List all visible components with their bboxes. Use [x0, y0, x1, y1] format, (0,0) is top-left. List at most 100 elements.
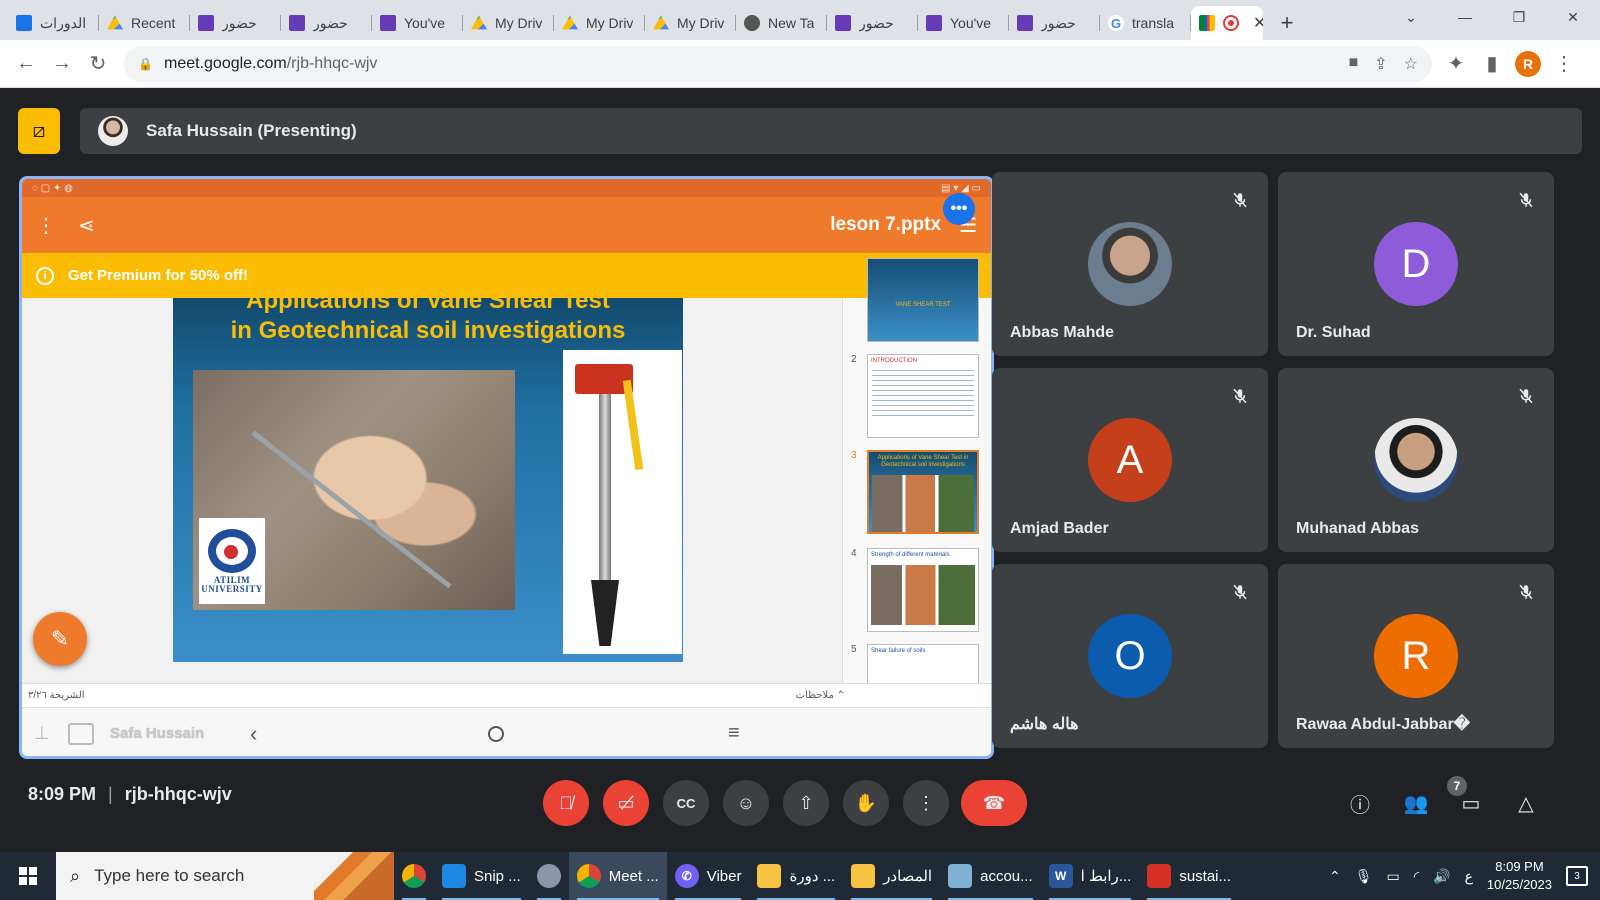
participant-tile[interactable]: O هاله هاشم	[992, 564, 1268, 748]
taskbar-app[interactable]: accou...	[940, 852, 1041, 900]
bookmark-star-icon[interactable]: ☆	[1404, 54, 1418, 74]
tab-strip: الدورات Recent حضور حضور You've My Driv My Dri…	[0, 0, 1600, 40]
tray-clock[interactable]: 8:09 PM 10/25/2023	[1487, 858, 1552, 894]
taskbar-app[interactable]: Snip ...	[434, 852, 529, 900]
taskbar-app[interactable]: المصادر	[843, 852, 940, 900]
language-indicator[interactable]: ع	[1465, 868, 1473, 885]
raise-hand-button[interactable]: ✋	[843, 780, 889, 826]
stop-presenting-icon[interactable]: ⧄	[18, 108, 60, 154]
participant-name: Abbas Mahde	[1010, 324, 1115, 341]
mic-off-button[interactable]: 🎙̸	[543, 780, 589, 826]
more-options-icon[interactable]: •••	[943, 193, 975, 225]
back-icon[interactable]: ←	[8, 46, 44, 82]
browser-tab[interactable]: You've	[372, 6, 463, 40]
participant-name: Rawaa Abdul-Jabbar�	[1296, 716, 1471, 733]
taskbar-app[interactable]: دورة ...	[749, 852, 843, 900]
notes-toggle[interactable]: ملاحظات ⌃	[796, 690, 845, 701]
taskbar-search[interactable]: ⌕ Type here to search	[56, 852, 394, 900]
thumb-number: 4	[851, 548, 857, 559]
tab-meet-active[interactable]: ✕	[1191, 6, 1263, 40]
phone-status-bar: ◌ ▢ ✦ ◍ ▤ ▾ ◢ ▭	[22, 179, 991, 197]
taskbar-app[interactable]: W رابط ا...	[1041, 852, 1140, 900]
tray-chevron-icon[interactable]: ⌃	[1329, 868, 1341, 885]
taskbar-app[interactable]	[394, 852, 434, 900]
edit-pencil-icon[interactable]: ✎	[33, 612, 87, 666]
camera-off-button[interactable]: ▭̸	[603, 780, 649, 826]
new-tab-button[interactable]: +	[1269, 6, 1305, 40]
taskbar-app[interactable]	[529, 852, 569, 900]
volume-icon[interactable]: 🔊	[1433, 868, 1450, 885]
browser-tab[interactable]: My Driv	[645, 6, 736, 40]
address-bar[interactable]: 🔒 meet.google.com/rjb-hhqc-wjv ■ ⇪ ☆	[124, 45, 1432, 82]
browser-tab[interactable]: حضور	[827, 6, 918, 40]
taskbar-app[interactable]: ✆ Viber	[667, 852, 750, 900]
minimize-button[interactable]: —	[1438, 0, 1492, 34]
participant-tile[interactable]: Abbas Mahde	[992, 172, 1268, 356]
side-panel-icon[interactable]: ▮	[1474, 46, 1510, 82]
thumb-pics	[872, 475, 974, 532]
participant-tile[interactable]: R Rawaa Abdul-Jabbar�	[1278, 564, 1554, 748]
share-icon[interactable]: ⋖	[78, 213, 95, 238]
notification-icon[interactable]: 3	[1566, 866, 1588, 886]
browser-tab[interactable]: My Driv	[554, 6, 645, 40]
slide-thumbnail-selected[interactable]: Applications of Vane Shear Test in Geote…	[867, 450, 979, 534]
profile-avatar[interactable]: R	[1510, 46, 1546, 82]
start-button[interactable]	[0, 852, 56, 900]
app-menu-icon[interactable]: ⋮	[36, 213, 56, 238]
browser-tab[interactable]: Recent	[99, 6, 190, 40]
chrome-menu-icon[interactable]: ⋮	[1546, 46, 1582, 82]
presenter-bar-area: ⧄ Safa Hussain (Presenting)	[18, 108, 1582, 156]
activities-icon[interactable]: △	[1506, 780, 1546, 826]
lock-icon: 🔒	[138, 56, 153, 71]
captions-button[interactable]: CC	[663, 780, 709, 826]
browser-tab[interactable]: New Ta	[736, 6, 827, 40]
close-window-button[interactable]: ✕	[1546, 0, 1600, 34]
taskbar-app[interactable]: Meet ...	[568, 852, 667, 900]
browser-tab[interactable]: You've	[918, 6, 1009, 40]
browser-tab[interactable]: حضور	[1009, 6, 1100, 40]
mic-tray-icon[interactable]: 🎙	[1355, 868, 1373, 885]
pin-icon[interactable]: ⊥	[34, 723, 54, 744]
extensions-icon[interactable]: ✦	[1438, 46, 1474, 82]
present-button[interactable]: ⇧	[783, 780, 829, 826]
tab-list: الدورات Recent حضور حضور You've My Driv My Dri…	[0, 0, 1191, 40]
browser-tab[interactable]: حضور	[281, 6, 372, 40]
chat-icon[interactable]: ▭	[1451, 780, 1491, 826]
more-options-button[interactable]: ⋮	[903, 780, 949, 826]
browser-tab[interactable]: Gtransla	[1100, 6, 1191, 40]
nav-home-icon[interactable]	[488, 725, 504, 742]
vane-test-photo: ATILIM UNIVERSITY	[193, 370, 515, 610]
participant-tile[interactable]: D Dr. Suhad	[1278, 172, 1554, 356]
slide-thumbnail[interactable]: Strength of different materials	[867, 548, 979, 632]
people-icon[interactable]: 👥	[1396, 780, 1436, 826]
browser-tab[interactable]: My Driv	[463, 6, 554, 40]
share-icon[interactable]: ⇪	[1374, 54, 1387, 74]
browser-tab[interactable]: الدورات	[8, 6, 99, 40]
participant-tile[interactable]: A Amjad Bader	[992, 368, 1268, 552]
nav-back-icon[interactable]: ‹	[250, 721, 257, 747]
battery-icon[interactable]: ▭	[1386, 868, 1399, 885]
meeting-details-icon[interactable]: ⓘ	[1340, 780, 1380, 826]
download-icon[interactable]	[68, 722, 94, 745]
slide-thumbnail[interactable]: INTRODUCTION	[867, 354, 979, 438]
emoji-button[interactable]: ☺	[723, 780, 769, 826]
file-name: leson 7.pptx	[830, 214, 942, 235]
participant-name: Amjad Bader	[1010, 520, 1109, 537]
slide-thumbnail[interactable]: VANE SHEAR TEST	[867, 258, 979, 342]
presentation-tile[interactable]: ◌ ▢ ✦ ◍ ▤ ▾ ◢ ▭ ⋮ ⋖ leson 7.pptx ☰ ••• i …	[19, 176, 994, 759]
browser-tab[interactable]: حضور	[190, 6, 281, 40]
leave-call-button[interactable]: ☎	[961, 780, 1027, 826]
taskbar-app[interactable]: sustai...	[1139, 852, 1239, 900]
reload-icon[interactable]: ↻	[80, 46, 116, 82]
tab-search-icon[interactable]: ⌄	[1384, 0, 1438, 34]
tab-title: New Ta	[768, 15, 815, 31]
forward-icon[interactable]: →	[44, 46, 80, 82]
meeting-controls: 8:09 PM | rjb-hhqc-wjv 🎙̸ ▭̸ CC ☺ ⇧ ✋ ⋮ ☎ …	[0, 766, 1600, 842]
nav-recents-icon[interactable]: ≡	[728, 722, 740, 745]
close-tab-icon[interactable]: ✕	[1253, 13, 1263, 33]
wifi-icon[interactable]: ◜	[1414, 868, 1419, 885]
restore-button[interactable]: ❐	[1492, 0, 1546, 34]
premium-banner[interactable]: i Get Premium for 50% off! ✕	[22, 253, 991, 298]
participant-tile[interactable]: Muhanad Abbas	[1278, 368, 1554, 552]
camera-permission-icon[interactable]: ■	[1349, 54, 1359, 74]
